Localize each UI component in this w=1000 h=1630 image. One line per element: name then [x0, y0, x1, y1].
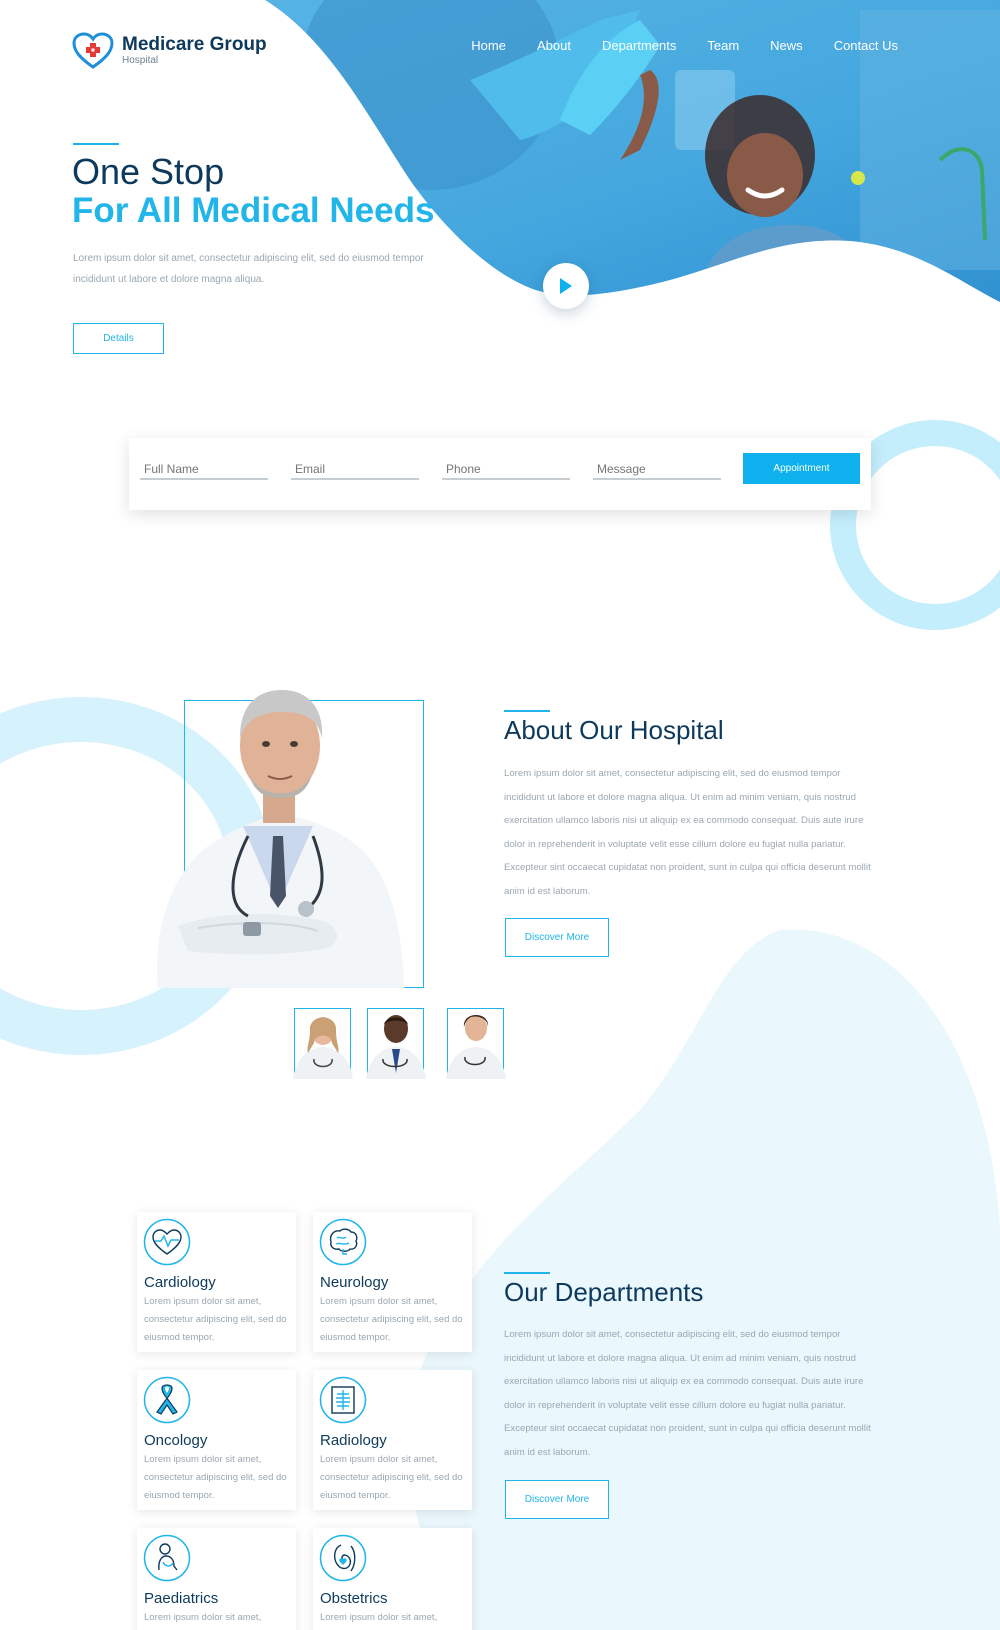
dept-card-obstetrics[interactable]: Obstetrics Lorem ipsum dolor sit amet,	[313, 1528, 472, 1630]
brand-name: Medicare Group	[122, 34, 267, 55]
message-input[interactable]	[593, 456, 721, 480]
departments-accent-line	[504, 1272, 550, 1274]
xray-icon	[319, 1376, 367, 1424]
nav-news[interactable]: News	[770, 38, 803, 53]
brain-icon	[319, 1218, 367, 1266]
email-input[interactable]	[291, 456, 419, 480]
dept-name: Cardiology	[144, 1274, 216, 1291]
appointment-form: Appointment	[129, 438, 871, 510]
logo[interactable]: Medicare Group Hospital	[72, 32, 267, 70]
dept-description: Lorem ipsum dolor sit amet, consectetur …	[144, 1454, 287, 1501]
departments-discover-more-button[interactable]: Discover More	[505, 1480, 609, 1519]
dept-card-radiology[interactable]: Radiology Lorem ipsum dolor sit amet, co…	[313, 1370, 472, 1510]
nav-team[interactable]: Team	[707, 38, 739, 53]
main-nav: Home About Departments Team News Contact…	[471, 38, 898, 53]
hero-accent-line	[73, 143, 119, 145]
departments-description: Lorem ipsum dolor sit amet, consectetur …	[504, 1329, 871, 1458]
about-description: Lorem ipsum dolor sit amet, consectetur …	[504, 768, 871, 897]
dept-card-paediatrics[interactable]: Paediatrics Lorem ipsum dolor sit amet,	[137, 1528, 296, 1630]
play-video-button[interactable]	[543, 263, 589, 309]
senior-doctor-photo	[157, 690, 404, 988]
dept-name: Obstetrics	[320, 1590, 388, 1607]
child-icon	[143, 1534, 191, 1582]
dept-name: Radiology	[320, 1432, 387, 1449]
about-discover-more-button[interactable]: Discover More	[505, 918, 609, 957]
full-name-input[interactable]	[140, 456, 268, 480]
details-button[interactable]: Details	[73, 323, 164, 354]
hero-description: Lorem ipsum dolor sit amet, consectetur …	[73, 253, 424, 285]
about-title: About Our Hospital	[504, 715, 724, 745]
nav-contact[interactable]: Contact Us	[834, 38, 898, 53]
doctor-thumbnail-1[interactable]	[293, 1008, 353, 1079]
play-icon	[560, 278, 572, 294]
brand-tagline: Hospital	[122, 55, 159, 66]
female-doctor-photo	[293, 1017, 353, 1079]
nav-about[interactable]: About	[537, 38, 571, 53]
nav-home[interactable]: Home	[471, 38, 506, 53]
doctor-thumbnail-2[interactable]	[366, 1008, 426, 1079]
dept-name: Neurology	[320, 1274, 389, 1291]
dept-name: Paediatrics	[144, 1590, 219, 1607]
departments-title: Our Departments	[504, 1277, 704, 1307]
page: Medicare Group Hospital Home About Depar…	[0, 0, 1000, 1630]
dept-card-oncology[interactable]: Oncology Lorem ipsum dolor sit amet, con…	[137, 1370, 296, 1510]
heart-cross-logo-icon	[72, 32, 114, 69]
pregnancy-icon	[319, 1534, 367, 1582]
dept-card-cardiology[interactable]: Cardiology Lorem ipsum dolor sit amet, c…	[137, 1212, 296, 1352]
appointment-button[interactable]: Appointment	[743, 453, 860, 484]
female-doctor-photo-2	[446, 1015, 506, 1079]
nav-departments[interactable]: Departments	[602, 38, 676, 53]
ribbon-icon	[143, 1376, 191, 1424]
hero-title: One Stop	[72, 151, 225, 192]
heart-pulse-icon	[143, 1218, 191, 1266]
male-doctor-photo	[366, 1015, 426, 1079]
about-accent-line	[504, 710, 550, 712]
dept-description: Lorem ipsum dolor sit amet, consectetur …	[144, 1296, 287, 1343]
dept-description: Lorem ipsum dolor sit amet, consectetur …	[320, 1454, 463, 1501]
dept-description: Lorem ipsum dolor sit amet,	[144, 1612, 262, 1623]
dept-name: Oncology	[144, 1432, 208, 1449]
hero-subtitle: For All Medical Needs	[72, 191, 435, 230]
dept-card-neurology[interactable]: Neurology Lorem ipsum dolor sit amet, co…	[313, 1212, 472, 1352]
dept-description: Lorem ipsum dolor sit amet,	[320, 1612, 438, 1623]
doctor-thumbnail-3[interactable]	[446, 1008, 506, 1079]
dept-description: Lorem ipsum dolor sit amet, consectetur …	[320, 1296, 463, 1343]
phone-input[interactable]	[442, 456, 570, 480]
